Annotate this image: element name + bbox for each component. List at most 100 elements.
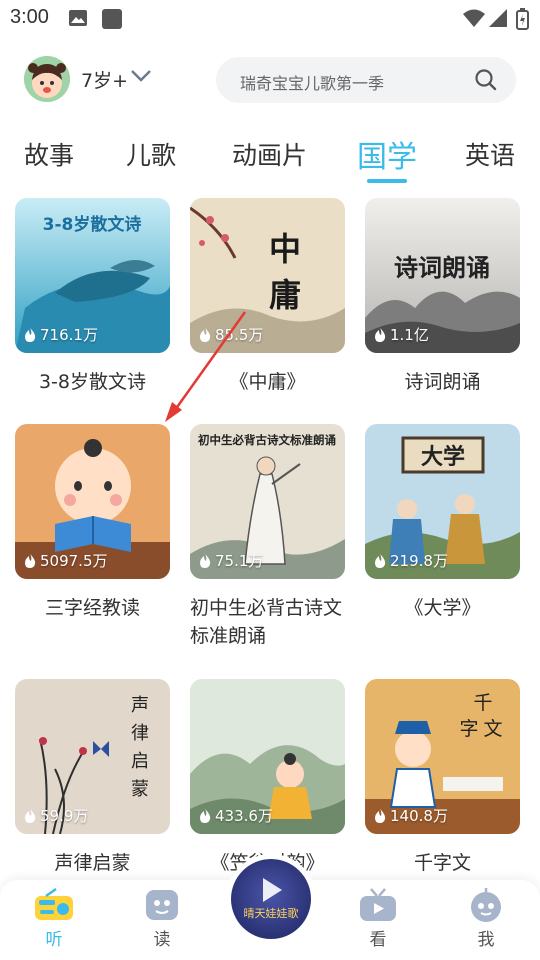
album-cover[interactable]: 5097.5万 xyxy=(15,424,170,579)
nav-listen[interactable]: 听 xyxy=(24,888,84,950)
cover-char-2: 律 xyxy=(131,723,149,744)
album-card[interactable]: 声 律 启 蒙 59.9万 声律启蒙 xyxy=(15,679,170,877)
cover-char-1: 中 xyxy=(269,230,301,268)
cover-title-text: 诗词朗诵 xyxy=(394,253,490,282)
album-title[interactable]: 诗词朗诵 xyxy=(365,368,520,396)
play-count: 85.5万 xyxy=(198,324,263,345)
play-count: 5097.5万 xyxy=(23,550,108,571)
album-card[interactable]: 433.6万 《笠翁对韵》 xyxy=(190,679,345,877)
status-bar: 3:00 xyxy=(0,0,540,36)
active-tab-indicator xyxy=(367,179,407,183)
play-icon[interactable] xyxy=(261,877,283,903)
play-count-value: 75.1万 xyxy=(215,552,264,570)
tab-stories[interactable]: 故事 xyxy=(24,136,74,172)
play-count-value: 85.5万 xyxy=(215,326,264,344)
play-count: 59.9万 xyxy=(23,805,88,826)
album-title[interactable]: 三字经教读 xyxy=(15,594,170,622)
nav-me[interactable]: 我 xyxy=(456,888,516,950)
album-title[interactable]: 初中生必背古诗文标准朗诵 xyxy=(190,594,345,650)
album-title[interactable]: 《大学》 xyxy=(365,594,520,622)
nav-label: 读 xyxy=(153,930,171,950)
play-count-value: 140.8万 xyxy=(390,807,448,825)
play-count: 433.6万 xyxy=(198,805,273,826)
play-count: 140.8万 xyxy=(373,805,448,826)
play-count-value: 219.8万 xyxy=(390,552,448,570)
play-count-value: 716.1万 xyxy=(40,326,98,344)
album-cover[interactable]: 大学 219.8万 xyxy=(365,424,520,579)
now-playing-disc[interactable]: 晴天娃娃歌 xyxy=(226,854,316,944)
cover-char-2: 庸 xyxy=(269,276,301,314)
album-card[interactable]: 诗词朗诵 1.1亿 诗词朗诵 xyxy=(365,198,520,396)
cover-char-2: 字 xyxy=(459,718,478,740)
age-selector-label[interactable]: 7岁+ xyxy=(81,66,128,93)
tab-chinese-classics[interactable]: 国学 xyxy=(357,132,417,176)
album-cover[interactable]: 3-8岁散文诗 716.1万 xyxy=(15,198,170,353)
cover-title-text: 大学 xyxy=(421,444,465,470)
album-cover[interactable]: 初中生必背古诗文标准朗诵 75.1万 xyxy=(190,424,345,579)
flame-icon xyxy=(25,553,36,568)
nav-label: 我 xyxy=(477,930,495,950)
flame-icon xyxy=(25,808,36,823)
search-input[interactable]: 瑞奇宝宝儿歌第一季 xyxy=(240,70,384,94)
album-card[interactable]: 3-8岁散文诗 716.1万 3-8岁散文诗 xyxy=(15,198,170,396)
flame-icon xyxy=(200,553,211,568)
cover-title-text: 3-8岁散文诗 xyxy=(43,214,142,235)
tv-icon xyxy=(360,888,396,921)
status-time: 3:00 xyxy=(10,6,49,28)
nav-read[interactable]: 读 xyxy=(132,888,192,950)
album-cover[interactable]: 433.6万 xyxy=(190,679,345,834)
tab-songs[interactable]: 儿歌 xyxy=(126,136,176,172)
album-title[interactable]: 千字文 xyxy=(365,849,520,877)
search-bar[interactable]: 瑞奇宝宝儿歌第一季 xyxy=(216,57,516,103)
child-avatar-icon xyxy=(24,56,70,102)
flame-icon xyxy=(25,327,36,342)
album-cover[interactable]: 中 庸 85.5万 xyxy=(190,198,345,353)
radio-icon xyxy=(35,888,73,920)
nav-label: 听 xyxy=(45,930,63,950)
play-count: 716.1万 xyxy=(23,324,98,345)
flame-icon xyxy=(375,553,386,568)
album-card[interactable]: 千 字 文 140.8万 千字文 xyxy=(365,679,520,877)
image-notification-icon xyxy=(69,10,87,26)
flame-icon xyxy=(200,808,211,823)
album-card[interactable]: 中 庸 85.5万 《中庸》 xyxy=(190,198,345,396)
now-playing-cover[interactable]: 晴天娃娃歌 xyxy=(231,859,311,939)
cover-char-3: 启 xyxy=(131,751,149,772)
cover-char-1: 声 xyxy=(131,695,149,716)
battery-icon xyxy=(516,8,529,30)
book-character-icon xyxy=(146,890,178,920)
wifi-icon xyxy=(463,9,485,27)
album-card[interactable]: 5097.5万 三字经教读 xyxy=(15,424,170,622)
avatar[interactable] xyxy=(24,56,70,102)
flame-icon xyxy=(375,808,386,823)
album-card[interactable]: 大学 219.8万 《大学》 xyxy=(365,424,520,622)
cover-char-1: 千 xyxy=(473,692,492,714)
play-count-value: 433.6万 xyxy=(215,807,273,825)
album-cover[interactable]: 诗词朗诵 1.1亿 xyxy=(365,198,520,353)
nav-watch[interactable]: 看 xyxy=(348,888,408,950)
album-cover[interactable]: 千 字 文 140.8万 xyxy=(365,679,520,834)
album-cover[interactable]: 声 律 启 蒙 59.9万 xyxy=(15,679,170,834)
robot-face-icon xyxy=(471,888,501,922)
play-count: 1.1亿 xyxy=(373,324,429,345)
album-title[interactable]: 声律启蒙 xyxy=(15,849,170,877)
album-title[interactable]: 3-8岁散文诗 xyxy=(15,368,170,396)
search-icon[interactable] xyxy=(474,68,498,92)
play-count-value: 5097.5万 xyxy=(40,552,108,570)
album-title[interactable]: 《中庸》 xyxy=(190,368,345,396)
flame-icon xyxy=(200,327,211,342)
play-count-value: 1.1亿 xyxy=(390,326,429,344)
play-count-value: 59.9万 xyxy=(40,807,89,825)
nav-label: 看 xyxy=(369,930,387,950)
cover-char-3: 文 xyxy=(483,718,502,740)
flame-icon xyxy=(375,327,386,342)
app-notification-icon xyxy=(102,9,122,29)
tab-animation[interactable]: 动画片 xyxy=(232,136,307,172)
tab-english[interactable]: 英语 xyxy=(465,136,515,172)
chevron-down-icon[interactable] xyxy=(130,68,152,84)
play-count: 219.8万 xyxy=(373,550,448,571)
album-card[interactable]: 初中生必背古诗文标准朗诵 75.1万 初中生必背古诗文标准朗诵 xyxy=(190,424,345,650)
signal-icon xyxy=(489,9,507,27)
now-playing-title: 晴天娃娃歌 xyxy=(243,907,299,920)
cover-title-text: 初中生必背古诗文标准朗诵 xyxy=(198,433,336,447)
